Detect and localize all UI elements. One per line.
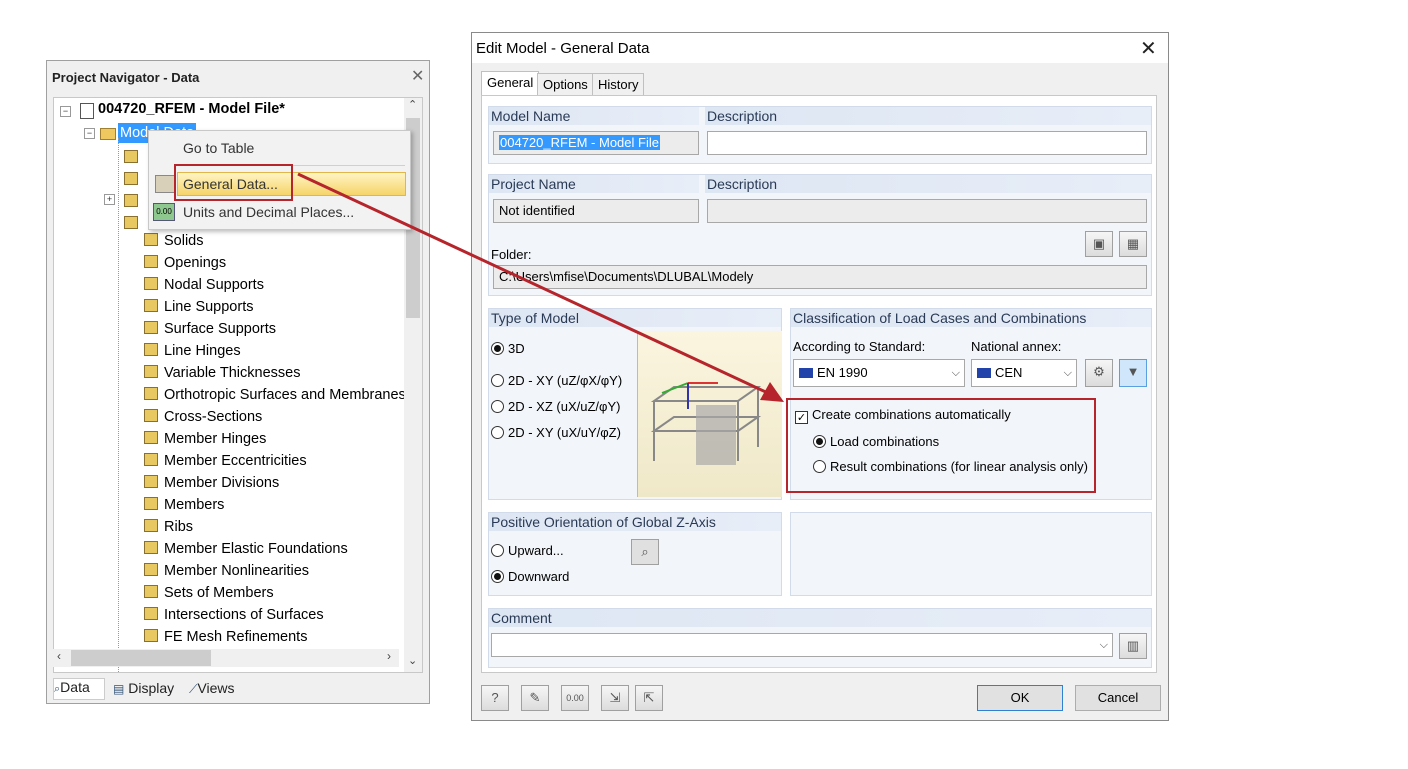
annotation-arrow: [297, 172, 784, 402]
